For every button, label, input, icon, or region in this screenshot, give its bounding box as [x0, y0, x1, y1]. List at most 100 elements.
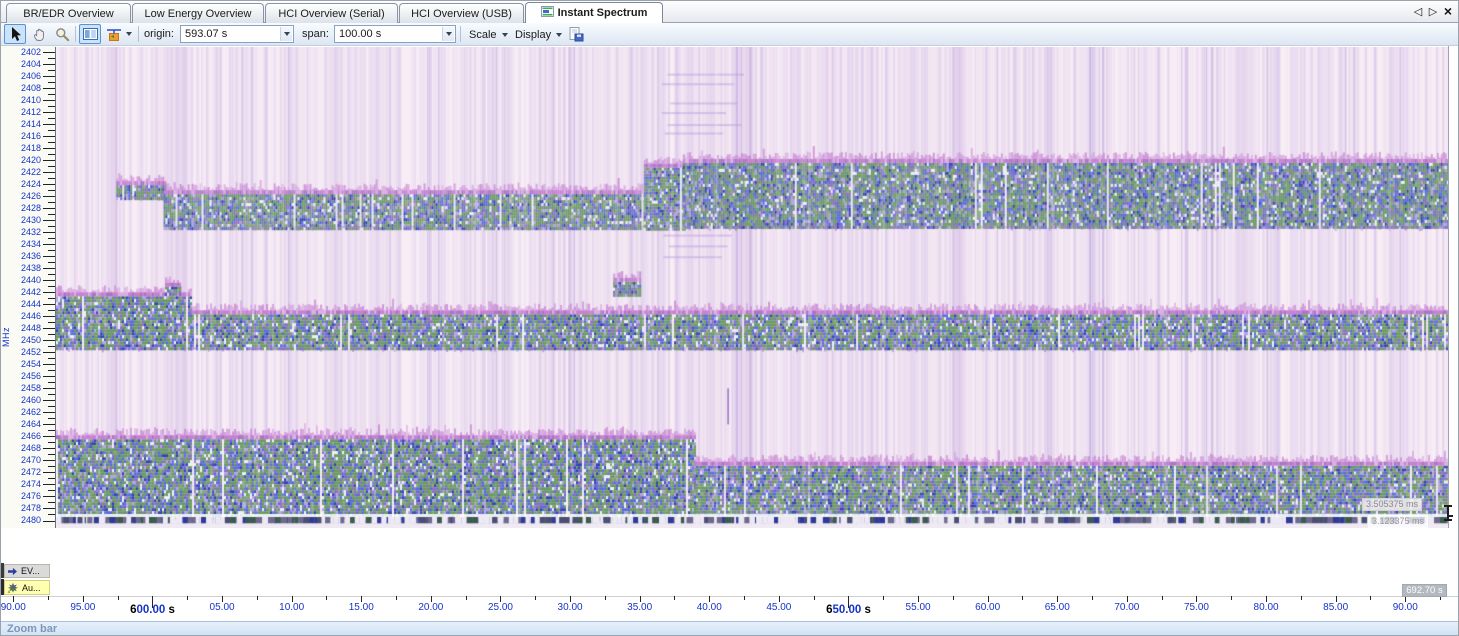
spectrum-toolbar: origin: 593.07 s span: 100.00 s Scale Di…: [1, 23, 1459, 46]
scale-menu-label: Scale: [469, 29, 497, 41]
spectrogram-canvas[interactable]: [56, 47, 1448, 528]
track-row-audio[interactable]: Au...: [4, 580, 50, 595]
time-tick-label: 45.00: [761, 602, 797, 613]
freq-major-tick: [43, 208, 55, 209]
tab-hci-overview-serial[interactable]: HCI Overview (Serial): [265, 3, 398, 23]
track-label: EV...: [21, 566, 40, 576]
split-view-button[interactable]: [79, 24, 101, 44]
tab-scroll-left-button[interactable]: ◁: [1411, 3, 1425, 19]
freq-minor-tick: [48, 106, 55, 107]
pan-hand-button[interactable]: [28, 24, 50, 44]
freq-tick-label: 2464: [5, 420, 41, 429]
freq-tick-label: 2432: [5, 228, 41, 237]
span-combobox[interactable]: 100.00 s: [334, 25, 456, 43]
time-minor-tick: [1231, 596, 1232, 600]
freq-major-tick: [43, 316, 55, 317]
freq-tick-label: 2428: [5, 204, 41, 213]
tab-label: HCI Overview (USB): [411, 8, 512, 20]
time-tick-label: 05.00: [204, 602, 240, 613]
freq-minor-tick: [48, 178, 55, 179]
freq-minor-tick: [48, 430, 55, 431]
time-minor-tick: [953, 596, 954, 600]
freq-minor-tick: [48, 442, 55, 443]
tab-label: BR/EDR Overview: [23, 8, 113, 20]
hand-icon: [32, 27, 47, 42]
display-menu-button[interactable]: Display: [511, 25, 566, 44]
display-menu-label: Display: [515, 29, 551, 41]
time-minor-tick: [814, 596, 815, 600]
toolbar-separator: [138, 26, 139, 42]
freq-major-tick: [43, 460, 55, 461]
freq-minor-tick: [48, 334, 55, 335]
freq-major-tick: [43, 292, 55, 293]
origin-combobox[interactable]: 593.07 s: [180, 25, 294, 43]
freq-minor-tick: [48, 190, 55, 191]
freq-tick-label: 2442: [5, 288, 41, 297]
mouse-ibeam-cursor: [1443, 505, 1453, 523]
marker-tool-button[interactable]: [103, 24, 125, 44]
freq-minor-tick: [48, 346, 55, 347]
freq-minor-tick: [48, 502, 55, 503]
freq-minor-tick: [48, 226, 55, 227]
tab-hci-overview-usb[interactable]: HCI Overview (USB): [399, 3, 524, 23]
span-label: span:: [302, 28, 329, 40]
tab-scroll-right-button[interactable]: ▷: [1426, 3, 1440, 19]
select-cursor-button[interactable]: [4, 24, 26, 44]
status-bar-text: Zoom bar: [7, 623, 57, 635]
freq-minor-tick: [48, 418, 55, 419]
time-minor-tick: [605, 596, 606, 600]
freq-tick-label: 2426: [5, 192, 41, 201]
freq-tick-label: 2402: [5, 48, 41, 57]
tab-low-energy-overview[interactable]: Low Energy Overview: [132, 3, 264, 23]
tab-instant-spectrum[interactable]: Instant Spectrum: [525, 2, 663, 23]
freq-tick-label: 2416: [5, 132, 41, 141]
time-hundred-label: 600.00 s: [117, 604, 187, 616]
tab-br-edr-overview[interactable]: BR/EDR Overview: [6, 3, 131, 23]
freq-tick-label: 2440: [5, 276, 41, 285]
freq-tick-label: 2454: [5, 360, 41, 369]
time-axis-baseline: [1, 596, 1459, 597]
marker-tool-dropdown[interactable]: [123, 24, 135, 44]
dropdown-arrow-icon: [502, 33, 508, 37]
time-minor-tick: [1092, 596, 1093, 600]
track-row-ev[interactable]: EV...: [4, 564, 50, 578]
time-hundred-label: 650.00 s: [813, 604, 883, 616]
freq-major-tick: [43, 184, 55, 185]
span-value: 100.00 s: [339, 28, 381, 40]
freq-tick-label: 2406: [5, 72, 41, 81]
freq-major-tick: [43, 388, 55, 389]
freq-major-tick: [43, 340, 55, 341]
delta-time-readout-lower: 3.123375 ms: [1368, 515, 1428, 528]
track-label: Au...: [22, 583, 41, 593]
spectrum-tab-icon: [541, 6, 554, 20]
zoom-tool-button[interactable]: [51, 24, 73, 44]
toolbar-separator: [75, 26, 76, 42]
freq-tick-label: 2466: [5, 432, 41, 441]
freq-major-tick: [43, 196, 55, 197]
freq-tick-label: 2444: [5, 300, 41, 309]
scale-menu-button[interactable]: Scale: [465, 25, 512, 44]
dropdown-arrow-icon: [284, 32, 290, 36]
freq-tick-label: 2430: [5, 216, 41, 225]
freq-tick-label: 2414: [5, 120, 41, 129]
save-image-button[interactable]: [565, 24, 587, 44]
combo-dropdown-button[interactable]: [442, 27, 454, 41]
freq-minor-tick: [48, 274, 55, 275]
tab-label: HCI Overview (Serial): [278, 8, 384, 20]
time-tick-label: 90.00: [1387, 602, 1423, 613]
freq-tick-label: 2408: [5, 84, 41, 93]
freq-major-tick: [43, 244, 55, 245]
freq-major-tick: [43, 376, 55, 377]
time-minor-tick: [466, 596, 467, 600]
combo-dropdown-button[interactable]: [280, 27, 292, 41]
freq-major-tick: [43, 112, 55, 113]
freq-tick-label: 2410: [5, 96, 41, 105]
tab-close-button[interactable]: ×: [1441, 3, 1455, 19]
freq-tick-label: 2460: [5, 396, 41, 405]
freq-minor-tick: [48, 202, 55, 203]
freq-tick-label: 2472: [5, 468, 41, 477]
time-minor-tick: [1022, 596, 1023, 600]
freq-major-tick: [43, 400, 55, 401]
time-axis[interactable]: 90.0095.00600.00 s05.0010.0015.0020.0025…: [1, 596, 1459, 621]
freq-minor-tick: [48, 478, 55, 479]
